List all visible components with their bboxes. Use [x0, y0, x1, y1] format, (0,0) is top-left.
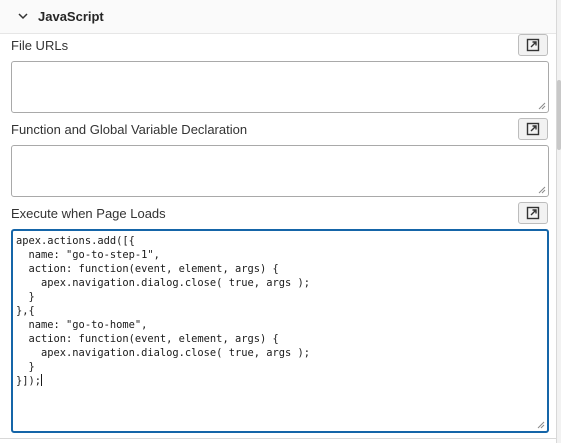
scrollbar[interactable]: [557, 0, 561, 443]
file-urls-value: [15, 65, 544, 108]
page-load-textarea[interactable]: apex.actions.add([{ name: "go-to-step-1"…: [11, 229, 549, 433]
file-urls-label: File URLs: [11, 38, 69, 53]
property-panel: JavaScript File URLs Function and Global…: [0, 0, 557, 443]
scrollbar-thumb[interactable]: [557, 80, 561, 150]
declarations-value: [15, 149, 544, 192]
text-caret: [41, 374, 43, 386]
file-urls-expand-button[interactable]: [518, 34, 548, 56]
popout-icon: [526, 38, 540, 52]
declarations-textarea[interactable]: [11, 145, 549, 197]
page-load-expand-button[interactable]: [518, 202, 548, 224]
popout-icon: [526, 206, 540, 220]
popout-icon: [526, 122, 540, 136]
javascript-section-header[interactable]: JavaScript: [0, 0, 556, 34]
resize-grip-icon[interactable]: [536, 420, 545, 429]
file-urls-textarea[interactable]: [11, 61, 549, 113]
section-title: JavaScript: [38, 9, 104, 24]
declarations-expand-button[interactable]: [518, 118, 548, 140]
divider: [0, 438, 557, 439]
declarations-label: Function and Global Variable Declaration: [11, 122, 248, 137]
resize-grip-icon[interactable]: [537, 185, 546, 194]
chevron-down-icon[interactable]: [16, 10, 30, 24]
page-load-value: apex.actions.add([{ name: "go-to-step-1"…: [16, 235, 311, 387]
page-load-label: Execute when Page Loads: [11, 206, 166, 221]
page-load-code: apex.actions.add([{ name: "go-to-step-1"…: [16, 234, 543, 427]
resize-grip-icon[interactable]: [537, 101, 546, 110]
